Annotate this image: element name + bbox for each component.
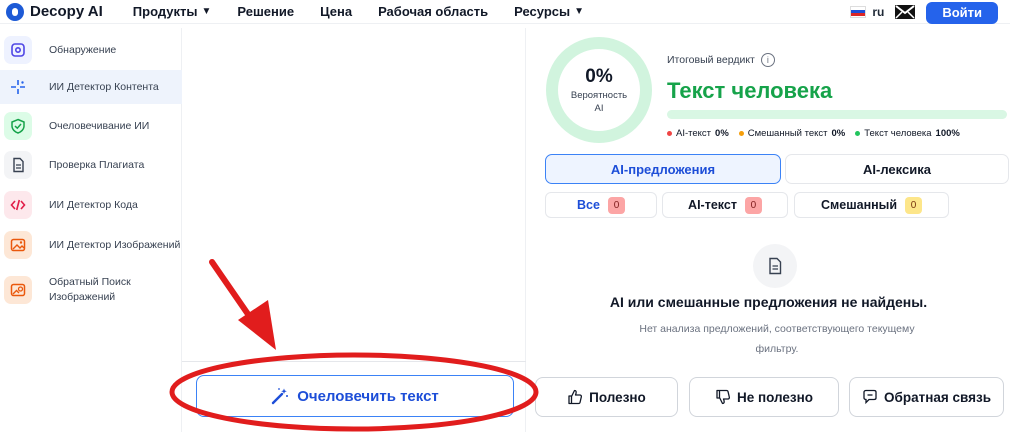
sidebar-item-label: ИИ Детектор Контента (49, 80, 159, 93)
ai-probability-label-line1: Вероятность (570, 90, 628, 101)
top-nav: Decopy AI Продукты ▼ Решение Цена Рабочая… (0, 0, 1010, 24)
sidebar-item-label: Очеловечивание ИИ (49, 119, 150, 132)
sidebar-item-image-detector[interactable]: ИИ Детектор Изображений (0, 229, 182, 261)
orange-dot-icon (738, 131, 744, 136)
filter-ai-text[interactable]: AI-текст 0 (662, 192, 788, 218)
nav-workspace[interactable]: Рабочая область (378, 4, 488, 19)
thumbs-up-icon (568, 389, 583, 405)
not-helpful-button[interactable]: Не полезно (689, 377, 839, 417)
sidebar-item-label-line1: Обратный Поиск (49, 276, 131, 288)
legend-human: Текст человека 100% (855, 128, 960, 139)
legend-value: 0% (831, 128, 846, 139)
divider (182, 361, 526, 362)
brand-name: Decopy AI (30, 3, 103, 20)
nav-solution-label: Решение (237, 4, 295, 19)
red-dot-icon (667, 131, 672, 136)
detect-icon (4, 36, 32, 64)
green-dot-icon (855, 131, 861, 136)
sidebar-item-reverse-image-search[interactable]: Обратный Поиск Изображений (0, 272, 182, 308)
empty-state-subtitle: Нет анализа предложений, соответствующег… (639, 323, 915, 355)
code-icon (4, 191, 32, 219)
sidebar-item-label-line2: Изображений (49, 291, 116, 303)
filter-label: Смешанный (820, 198, 898, 212)
feedback-label: Обратная связь (883, 389, 991, 405)
verdict-label: Итоговый вердикт (667, 54, 755, 66)
thumbs-down-icon (716, 389, 730, 405)
ai-probability-label-line2: AI (594, 103, 604, 114)
feedback-icon (863, 389, 877, 405)
verdict-bar (667, 110, 1007, 119)
count-badge: 0 (744, 196, 762, 214)
nav-pricing[interactable]: Цена (320, 4, 352, 19)
legend-value: 0% (715, 128, 729, 139)
nav-products[interactable]: Продукты ▼ (133, 4, 212, 19)
sidebar-item-code-detector[interactable]: ИИ Детектор Кода (0, 189, 182, 221)
chevron-down-icon: ▼ (201, 6, 212, 17)
tab-ai-vocabulary[interactable]: AI-лексика (785, 154, 1009, 184)
filter-label: AI-текст (688, 198, 737, 212)
filter-all[interactable]: Все 0 (545, 192, 657, 218)
sidebar-item-humanizer[interactable]: Очеловечивание ИИ (0, 110, 182, 142)
main-menu: Продукты ▼ Решение Цена Рабочая область Р… (133, 4, 610, 19)
language-selector[interactable]: ru (872, 5, 884, 19)
russia-flag-icon[interactable] (850, 5, 867, 18)
nav-solution[interactable]: Решение (237, 4, 294, 19)
filter-mixed[interactable]: Смешанный 0 (794, 192, 949, 218)
sidebar-item-detection[interactable]: Обнаружение (0, 34, 182, 66)
legend-value: 100% (935, 128, 960, 139)
helpful-label: Полезно (589, 389, 646, 405)
empty-state-title: AI или смешанные предложения не найдены. (609, 294, 928, 310)
image-icon (4, 231, 32, 259)
verdict-legend: AI-текст 0% Смешанный текст 0% Текст челов… (667, 128, 960, 139)
sidebar-item-plagiarism[interactable]: Проверка Плагиата (0, 149, 182, 181)
sidebar-item-label: ИИ Детектор Кода (49, 198, 138, 211)
image-search-icon (4, 276, 32, 304)
filter-label: Все (577, 198, 600, 212)
shield-check-icon (4, 112, 32, 140)
verdict-label-row: Итоговый вердикт i (667, 53, 775, 67)
results-panel: 0% Вероятность AI Итоговый вердикт i Тек… (527, 28, 1010, 432)
sidebar: Обнаружение ИИ Детектор Контента Очелове… (0, 28, 182, 432)
not-helpful-label: Не полезно (736, 389, 814, 405)
count-badge: 0 (607, 196, 625, 214)
document-icon (4, 151, 32, 179)
ai-probability-text: 0% Вероятность AI (545, 36, 653, 144)
legend-mixed: Смешанный текст 0% (738, 128, 846, 139)
chevron-down-icon: ▼ (574, 6, 585, 17)
sidebar-item-label: Обнаружение (49, 43, 117, 56)
nav-resources[interactable]: Ресурсы ▼ (514, 4, 584, 19)
humanize-text-label: Очеловечить текст (297, 387, 439, 405)
verdict-text: Текст человека (667, 78, 833, 103)
login-button[interactable]: Войти (926, 1, 998, 24)
sidebar-item-label: ИИ Детектор Изображений (49, 238, 181, 251)
nav-products-label: Продукты (132, 4, 198, 19)
ai-probability-value: 0% (585, 66, 613, 87)
nav-workspace-label: Рабочая область (378, 4, 489, 19)
info-icon[interactable]: i (760, 53, 775, 67)
magic-wand-icon (272, 388, 289, 405)
legend-ai: AI-текст 0% (667, 128, 729, 139)
mail-icon[interactable] (894, 4, 916, 20)
feedback-button[interactable]: Обратная связь (849, 377, 1004, 417)
count-badge: 0 (905, 196, 923, 214)
tab-ai-sentences[interactable]: AI-предложения (545, 154, 781, 184)
legend-label: Смешанный текст (747, 128, 828, 139)
humanize-text-button[interactable]: Очеловечить текст (196, 375, 514, 417)
helpful-button[interactable]: Полезно (535, 377, 678, 417)
sidebar-item-label: Обратный Поиск Изображений (49, 275, 131, 305)
ai-sparkle-icon (4, 73, 32, 101)
legend-label: Текст человека (864, 128, 932, 139)
sidebar-item-label: Проверка Плагиата (49, 158, 145, 171)
text-input-panel[interactable]: Очеловечить текст (182, 28, 526, 432)
logo[interactable]: Decopy AI (6, 2, 103, 21)
nav-resources-label: Ресурсы (514, 4, 571, 19)
legend-label: AI-текст (676, 128, 712, 139)
decopy-logo-icon (6, 2, 24, 21)
sidebar-item-ai-content-detector[interactable]: ИИ Детектор Контента (0, 70, 182, 104)
nav-pricing-label: Цена (320, 4, 353, 19)
empty-document-icon (753, 244, 797, 288)
